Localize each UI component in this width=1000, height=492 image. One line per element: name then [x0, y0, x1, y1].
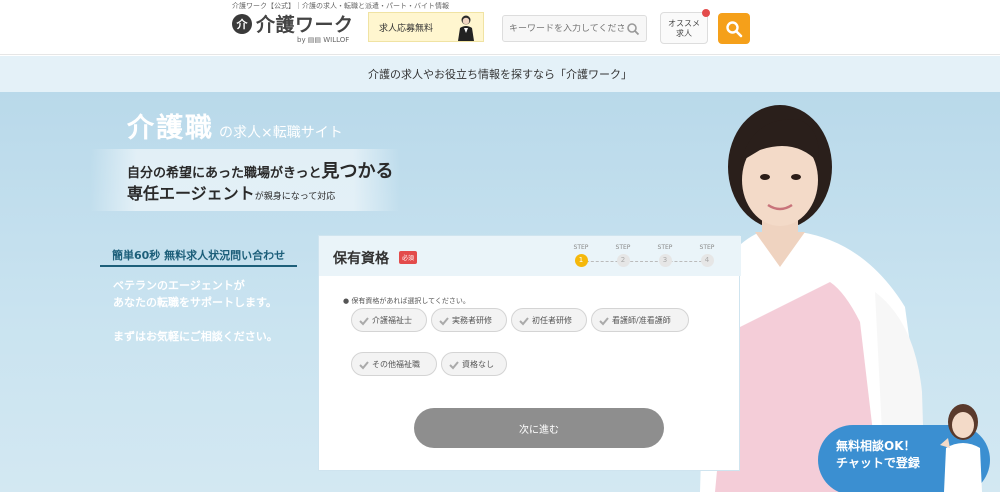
logo-mark-icon: 介: [232, 13, 252, 34]
agent-copy-b: が親身になって対応: [254, 192, 336, 202]
logo-sub: by ▤▤ WILLOF: [297, 36, 350, 44]
option-label: 看護師/准看護師: [612, 315, 671, 325]
inquiry-heading: 簡単60秒 無料求人状況問い合わせ: [112, 249, 286, 262]
option-label: 初任者研修: [532, 315, 572, 325]
search-icon[interactable]: [626, 22, 640, 36]
step-indicator: STEP 1 STEP 2 STEP 3 STEP 4: [567, 244, 727, 272]
step-number: 3: [658, 254, 672, 267]
chat-line2: チャットで登録: [836, 456, 920, 470]
catchcopy-b: 見つかる: [321, 161, 394, 182]
hero-title: 介護職 の求人×転職サイト: [127, 106, 343, 145]
hero-section: 介護職 の求人×転職サイト 自分の希望にあった職場がきっと見つかる 専任エージェ…: [0, 92, 1000, 492]
step-label: STEP: [657, 244, 673, 251]
hero-agent-copy: 専任エージェントが親身になって対応: [127, 180, 335, 204]
option-no-qualification[interactable]: 資格なし: [441, 352, 507, 376]
free-application-banner[interactable]: 求人応募無料: [368, 12, 484, 42]
option-label: 実務者研修: [452, 315, 492, 325]
form-title: 保有資格: [333, 251, 389, 267]
option-label: 資格なし: [462, 359, 494, 369]
option-label: 介護福祉士: [372, 315, 412, 325]
step-4: STEP 4: [693, 244, 721, 267]
inquiry-text-2: あなたの転職をサポートします。: [113, 296, 277, 309]
intro-text: 介護の求人やお役立ち情報を探すなら「介護ワーク」: [368, 68, 632, 81]
recommend-line2: 求人: [676, 29, 692, 38]
search-icon: [726, 20, 743, 37]
recommend-line1: オススメ: [668, 19, 700, 28]
catchcopy-a: 自分の希望にあった職場がきっと: [127, 166, 322, 181]
form-hint: ● 保有資格があれば選択してください。: [343, 297, 470, 305]
option-label: その他福祉職: [372, 359, 420, 369]
inquiry-text-3: まずはお気軽にご相談ください。: [113, 330, 278, 343]
hint-text: 保有資格があれば選択してください。: [351, 297, 470, 305]
recommended-jobs-button[interactable]: オススメ 求人: [660, 9, 710, 44]
operator-image: [940, 404, 982, 492]
step-number: 2: [616, 254, 630, 267]
inquiry-description: ベテランのエージェントが あなたの転職をサポートします。 まずはお気軽にご相談く…: [113, 277, 313, 345]
logo-text: 介護ワーク: [256, 14, 354, 36]
hero-title-sub: の求人×転職サイト: [219, 125, 343, 141]
step-label: STEP: [573, 244, 589, 251]
step-number: 4: [700, 254, 714, 267]
form-header: 保有資格 必須 STEP 1 STEP 2 STEP 3 STEP 4: [319, 236, 741, 276]
site-header: 介護ワーク【公式】｜介護の求人・転職と派遣・パート・バイト情報 介 介護ワーク …: [0, 0, 1000, 55]
check-icon: [439, 317, 449, 326]
chat-line1: 無料相談OK！: [836, 439, 916, 453]
option-other-welfare[interactable]: その他福祉職: [351, 352, 437, 376]
hero-title-main: 介護職: [127, 113, 214, 144]
step-3: STEP 3: [651, 244, 679, 267]
chat-register-bubble[interactable]: 無料相談OK！ チャットで登録: [818, 404, 990, 492]
intro-bar: 介護の求人やお役立ち情報を探すなら「介護ワーク」: [0, 56, 1000, 92]
chat-text: 無料相談OK！ チャットで登録: [836, 438, 920, 472]
check-icon: [359, 317, 369, 326]
option-beginner-training[interactable]: 初任者研修: [511, 308, 587, 332]
step-label: STEP: [615, 244, 631, 251]
step-label: STEP: [699, 244, 715, 251]
step-number: 1: [574, 254, 588, 267]
check-icon: [359, 361, 369, 370]
option-care-worker[interactable]: 介護福祉士: [351, 308, 427, 332]
keyword-search: [502, 15, 647, 42]
step-1: STEP 1: [567, 244, 595, 267]
notification-dot: [702, 9, 710, 17]
step-connector: [581, 261, 707, 262]
check-icon: [519, 317, 529, 326]
check-icon: [449, 361, 459, 370]
site-logo[interactable]: 介 介護ワーク: [232, 10, 354, 37]
inquiry-divider: [100, 265, 297, 267]
check-icon: [599, 317, 609, 326]
step-2: STEP 2: [609, 244, 637, 267]
banner-label: 求人応募無料: [379, 23, 434, 34]
search-input[interactable]: [509, 23, 624, 34]
agent-copy-a: 専任エージェント: [127, 184, 255, 203]
inquiry-text-1: ベテランのエージェントが: [113, 279, 245, 292]
person-image: [458, 15, 474, 41]
qualification-form: 保有資格 必須 STEP 1 STEP 2 STEP 3 STEP 4 ● 保有…: [318, 235, 741, 471]
next-button[interactable]: 次に進む: [414, 408, 664, 448]
option-nurse[interactable]: 看護師/准看護師: [591, 308, 689, 332]
required-badge: 必須: [399, 251, 418, 264]
option-practitioner-training[interactable]: 実務者研修: [431, 308, 507, 332]
search-button[interactable]: [718, 13, 750, 44]
